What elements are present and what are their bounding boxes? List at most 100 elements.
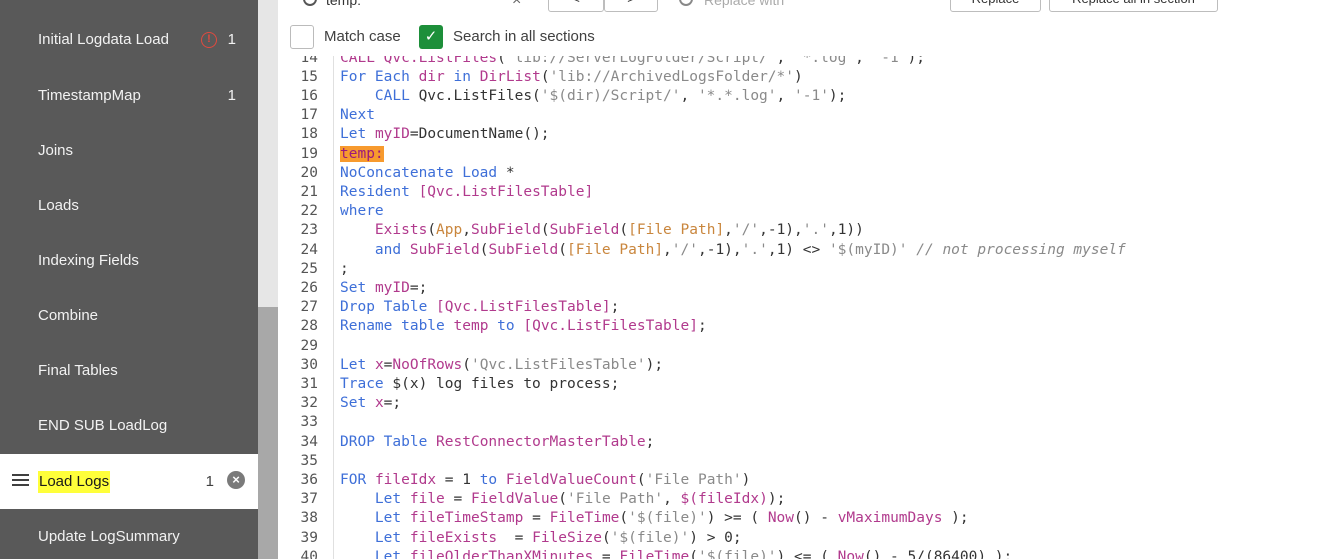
code-line: 18 Let myID=DocumentName(); [278,125,1330,144]
line-number: 39 [300,529,318,546]
line-number: 30 [300,356,318,373]
warning-icon: ! [201,32,217,48]
line-number: 16 [300,87,318,104]
code-text: Let file = FieldValue('File Path', $(fil… [374,491,786,508]
code-line: 29 [278,337,1330,356]
section-label: Final Tables [38,362,118,379]
code-line: 30 Let x=NoOfRows('Qvc.ListFilesTable'); [278,356,1330,375]
code-text: Drop Table [Qvc.ListFilesTable]; [340,299,620,316]
line-number: 18 [300,126,318,143]
section-label: Joins [38,142,74,159]
code-text: temp: [340,145,384,162]
code-line: 32 Set x=; [278,394,1330,413]
section-label: Indexing Fields [38,252,139,269]
code-text: Set myID=; [340,279,428,296]
code-line: 26 Set myID=; [278,279,1330,298]
code-line: 27 Drop Table [Qvc.ListFilesTable]; [278,298,1330,317]
section-load-logs[interactable]: Load Logs 1 [0,454,258,509]
line-number: 22 [300,203,318,220]
match-case-checkbox[interactable] [290,25,314,49]
code-line: 19 temp: [278,145,1330,164]
section-label: Initial Logdata Load [38,31,169,48]
clear-search-icon[interactable]: × [512,0,521,10]
code-text: Let fileExists = FileSize('$(file)') > 0… [374,529,742,546]
code-text: Next [340,107,375,124]
section-initial-logdata-load[interactable]: Initial Logdata Load ! 1 [0,12,258,67]
next-match-button[interactable]: > [604,0,658,12]
code-text: Trace $(x) log files to process; [340,375,620,392]
section-joins[interactable]: Joins [0,123,258,178]
code-text: Let fileOlderThanXMinutes = FileTime('$(… [374,548,1013,559]
replace-button[interactable]: Replace [950,0,1041,12]
code-text: DROP Table RestConnectorMasterTable; [340,433,655,450]
line-number: 19 [300,145,318,162]
section-combine[interactable]: Combine [0,288,258,343]
script-sections-sidebar: Initial Logdata Load ! 1 TimestampMap 1 … [0,0,258,559]
code-text: Let x=NoOfRows('Qvc.ListFilesTable'); [340,356,664,373]
code-line: 31 Trace $(x) log files to process; [278,375,1330,394]
code-text: FOR fileIdx = 1 to FieldValueCount('File… [340,471,751,488]
line-number: 29 [300,337,318,354]
code-text: Resident [Qvc.ListFilesTable] [340,183,594,200]
code-text: NoConcatenate Load * [340,164,515,181]
remove-section-icon[interactable]: × [227,471,245,489]
line-number: 21 [300,183,318,200]
search-icon [303,0,317,6]
code-text: Rename table temp to [Qvc.ListFilesTable… [340,318,707,335]
code-text: CALL Qvc.ListFiles('$(dir)/Script/', '*.… [374,87,847,104]
code-line: 37 Let file = FieldValue('File Path', $(… [278,490,1330,509]
line-number: 15 [300,68,318,85]
code-line: 33 [278,413,1330,432]
section-loads[interactable]: Loads [0,178,258,233]
code-line: 35 [278,452,1330,471]
line-number: 23 [300,222,318,239]
section-label: Combine [38,307,99,324]
drag-handle-icon[interactable] [12,474,29,488]
code-line: 15 For Each dir in DirList('lib://Archive… [278,68,1330,87]
line-number: 24 [300,241,318,258]
section-timestampmap[interactable]: TimestampMap 1 [0,68,258,123]
line-number: 33 [300,414,318,431]
line-number: 28 [300,318,318,335]
replace-input[interactable]: Replace with [704,0,784,8]
replace-all-button[interactable]: Replace all in section [1049,0,1218,12]
line-number: 17 [300,107,318,124]
line-number: 35 [300,452,318,469]
line-number: 32 [300,395,318,412]
line-number: 25 [300,260,318,277]
code-line: 36 FOR fileIdx = 1 to FieldValueCount('Fi… [278,471,1330,490]
section-count: 1 [205,473,214,490]
code-line: 25; [278,260,1330,279]
match-case-label: Match case [324,28,401,45]
section-final-tables[interactable]: Final Tables [0,343,258,398]
line-number: 20 [300,164,318,181]
code-line: 16 CALL Qvc.ListFiles('$(dir)/Script/', … [278,87,1330,106]
code-line: 22 where [278,202,1330,221]
code-line: 23 Exists(App,SubField(SubField([File Pa… [278,221,1330,240]
section-end-sub-loadlog[interactable]: END SUB LoadLog [0,398,258,453]
code-text: where [340,203,384,220]
script-editor[interactable]: 14 CALL Qvc.ListFiles('lib://ServerLogFol… [278,56,1330,559]
search-all-sections-label: Search in all sections [453,28,595,45]
line-number: 14 [300,56,318,66]
sidebar-scrollbar[interactable] [258,0,278,559]
search-input[interactable]: temp: [326,0,361,8]
scrollbar-thumb[interactable] [258,307,278,559]
code-text: ; [340,260,349,277]
section-label: Update LogSummary [38,528,180,545]
code-text: For Each dir in DirList('lib://ArchivedL… [340,68,803,85]
line-number: 26 [300,279,318,296]
section-update-logsummary[interactable]: Update LogSummary [0,509,258,559]
section-label: END SUB LoadLog [38,417,168,434]
section-indexing-fields[interactable]: Indexing Fields [0,233,258,288]
code-line: 40 Let fileOlderThanXMinutes = FileTime(… [278,548,1330,559]
code-line: 17 Next [278,106,1330,125]
line-number: 27 [300,299,318,316]
code-line: 38 Let fileTimeStamp = FileTime('$(file)… [278,509,1330,528]
previous-match-button[interactable]: < [548,0,604,12]
code-line: 14 CALL Qvc.ListFiles('lib://ServerLogFol… [278,56,1330,68]
code-text: Let fileTimeStamp = FileTime('$(file)') … [374,510,969,527]
search-all-sections-checkbox[interactable]: ✓ [419,25,443,49]
code-text: Exists(App,SubField(SubField([File Path]… [374,222,864,239]
code-line: 20 NoConcatenate Load * [278,164,1330,183]
